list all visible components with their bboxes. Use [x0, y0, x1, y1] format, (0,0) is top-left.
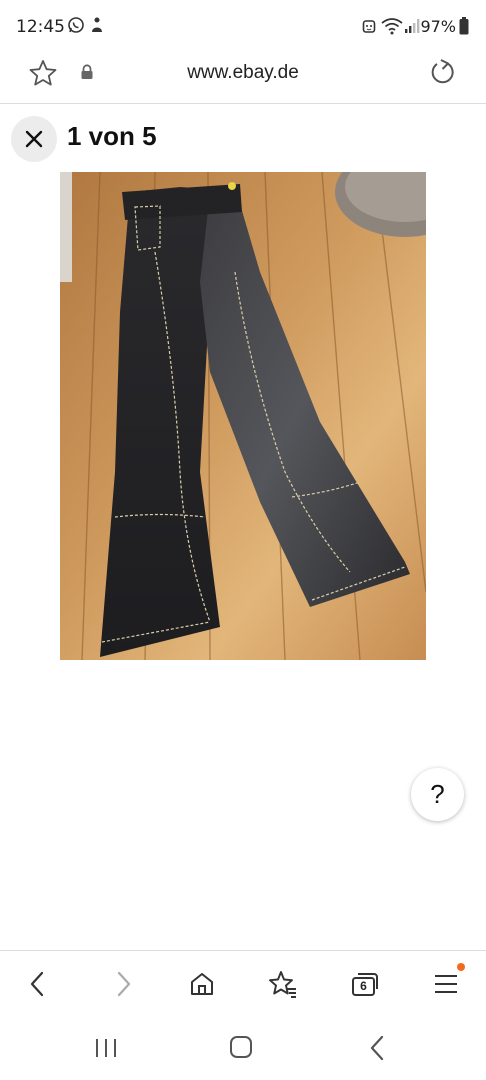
menu-icon [435, 975, 457, 993]
image-counter-title: 1 von 5 [67, 121, 157, 151]
home-nav-icon[interactable] [229, 1035, 253, 1059]
close-icon [25, 130, 43, 148]
url-text[interactable]: www.ebay.de [0, 62, 486, 84]
status-time: 12:45 [16, 17, 65, 37]
back-nav-icon[interactable] [368, 1035, 386, 1061]
alarm-icon [362, 20, 376, 33]
bookmarks-button[interactable] [253, 951, 313, 1019]
wifi-icon [381, 18, 403, 35]
battery-icon [459, 17, 469, 35]
notification-dot [457, 963, 465, 971]
recents-icon[interactable] [94, 1037, 118, 1059]
back-button[interactable] [10, 951, 70, 1019]
close-button[interactable] [11, 116, 57, 162]
reload-icon[interactable] [428, 58, 458, 88]
help-button[interactable]: ? [411, 768, 464, 821]
home-button[interactable] [172, 951, 232, 1019]
menu-button[interactable] [416, 951, 476, 1019]
battery-percent: 97% [420, 17, 456, 36]
status-bar: 12:45 97% [0, 0, 486, 54]
forward-button[interactable] [93, 951, 153, 1019]
tabs-button[interactable]: 6 [334, 951, 394, 1019]
whatsapp-icon [68, 17, 84, 33]
home-icon [191, 973, 213, 995]
jeans-photo [60, 172, 426, 660]
product-image[interactable] [60, 172, 426, 660]
back-icon [30, 971, 44, 997]
browser-toolbar: 6 [0, 950, 486, 1018]
system-navigation-bar [0, 1018, 486, 1080]
signal-icon [405, 19, 420, 33]
notification-icon [92, 17, 102, 32]
forward-icon [117, 971, 131, 997]
bookmarks-icon [269, 971, 296, 998]
browser-address-bar: www.ebay.de [0, 54, 486, 104]
tab-count: 6 [360, 979, 367, 993]
